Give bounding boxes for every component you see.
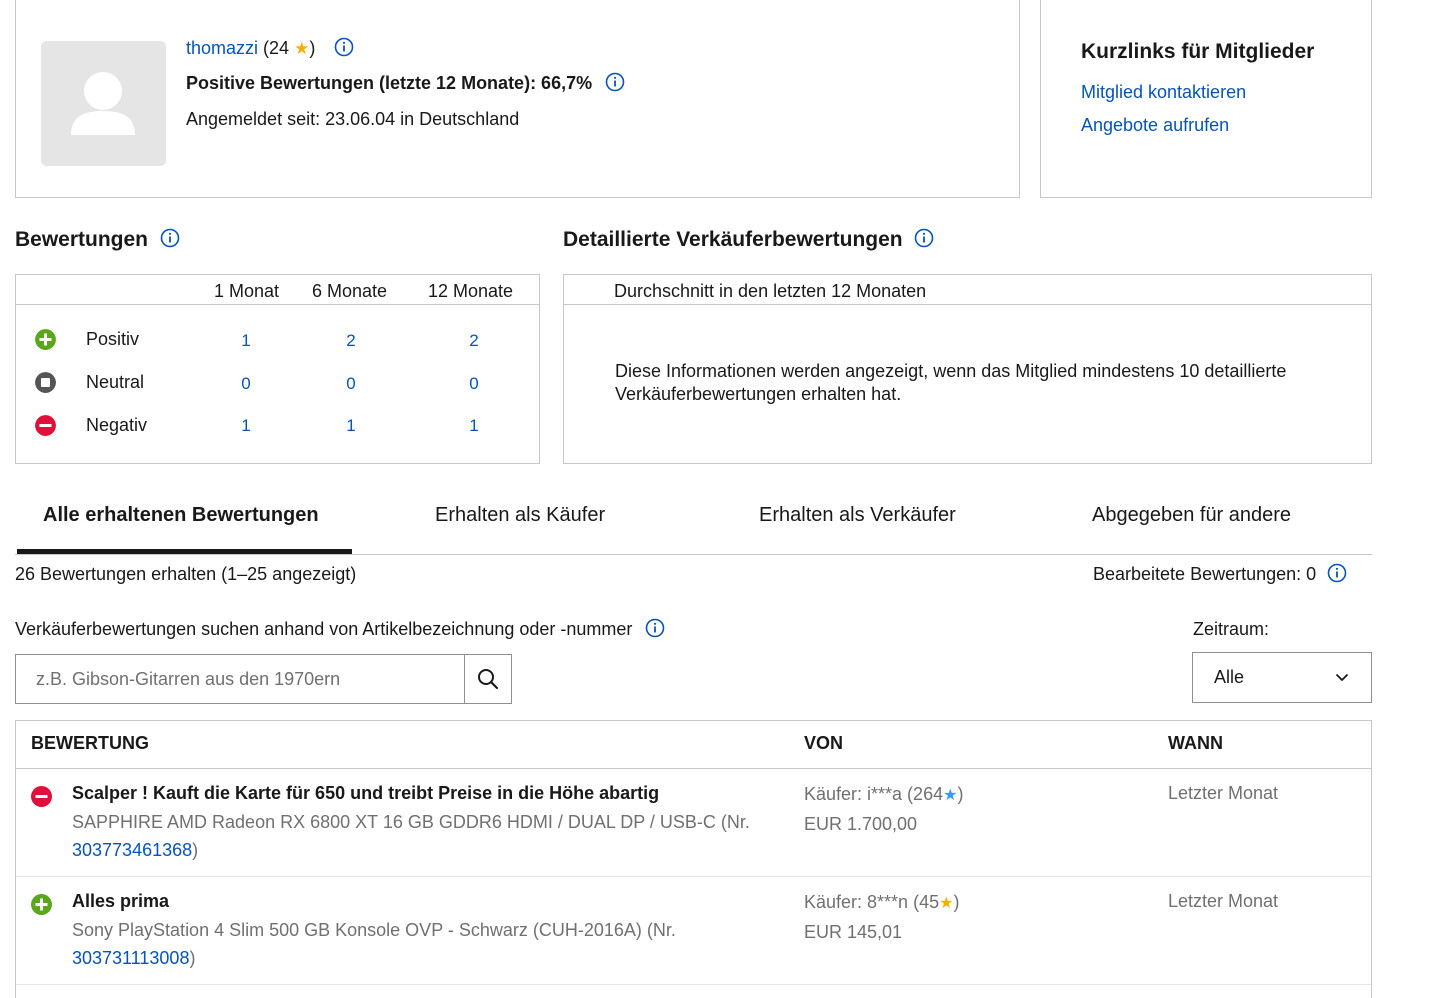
info-icon[interactable] xyxy=(914,228,934,248)
neutral-6-months[interactable]: 0 xyxy=(331,374,371,394)
search-button[interactable] xyxy=(464,654,512,704)
divider xyxy=(16,768,1371,769)
feedback-when: Letzter Monat xyxy=(1168,783,1279,803)
buyer-close: ) xyxy=(953,892,960,912)
item-close: ) xyxy=(192,840,199,860)
feedback-score: (24 xyxy=(263,38,290,58)
positive-rating-text: Positive Bewertungen (letzte 12 Monate):… xyxy=(186,73,593,93)
positive-6-months[interactable]: 2 xyxy=(331,331,371,351)
ratings-heading-text: Bewertungen xyxy=(15,228,149,251)
negative-icon xyxy=(31,786,52,807)
period-select[interactable]: Alle xyxy=(1192,652,1372,703)
negative-icon xyxy=(35,415,56,436)
positive-rating-row: Positive Bewertungen (letzte 12 Monate):… xyxy=(186,72,625,94)
negative-1-month[interactable]: 1 xyxy=(226,416,266,436)
star-icon: ★ xyxy=(294,39,310,58)
info-icon[interactable] xyxy=(334,37,354,57)
search-label: Verkäuferbewertungen suchen anhand von A… xyxy=(15,618,665,640)
quicklinks-title: Kurzlinks für Mitglieder xyxy=(1081,40,1315,63)
info-icon[interactable] xyxy=(160,228,180,248)
tab-divider xyxy=(15,554,1372,555)
negative-label: Negativ xyxy=(86,415,148,435)
feedback-comment: Scalper ! Kauft die Karte für 650 und tr… xyxy=(72,783,660,803)
info-icon[interactable] xyxy=(645,618,665,638)
contact-member-link[interactable]: Mitglied kontaktieren xyxy=(1081,82,1246,103)
feedback-count: 26 Bewertungen erhalten (1–25 angezeigt) xyxy=(15,564,357,584)
divider xyxy=(564,304,1371,305)
feedback-from: Käufer: 8***n (45★) EUR 145,01 xyxy=(804,888,959,946)
score-close: ) xyxy=(309,38,316,58)
star-icon: ★ xyxy=(943,787,958,804)
item-number-link[interactable]: 303773461368 xyxy=(72,840,192,860)
period-selected-value: Alle xyxy=(1214,667,1245,687)
buyer-close: ) xyxy=(957,784,964,804)
chevron-down-icon xyxy=(1335,673,1349,682)
item-title: SAPPHIRE AMD Radeon RX 6800 XT 16 GB GDD… xyxy=(72,812,750,832)
period-label: Zeitraum: xyxy=(1193,619,1270,639)
tab-received-as-buyer[interactable]: Erhalten als Käufer xyxy=(435,504,605,527)
neutral-icon xyxy=(35,372,56,393)
header-from: VON xyxy=(804,733,844,753)
row-divider xyxy=(16,876,1371,877)
positive-label: Positiv xyxy=(86,329,140,349)
edited-feedback-row: Bearbeitete Bewertungen: 0 xyxy=(1093,563,1347,585)
feedback-from: Käufer: i***a (264★) EUR 1.700,00 xyxy=(804,780,963,838)
detailed-heading-text: Detaillierte Verkäuferbewertungen xyxy=(563,228,903,251)
edited-feedback-text: Bearbeitete Bewertungen: 0 xyxy=(1093,564,1317,584)
buyer-info: Käufer: 8***n (45 xyxy=(804,892,940,912)
positive-icon xyxy=(31,894,52,915)
search-label-text: Verkäuferbewertungen suchen anhand von A… xyxy=(15,619,633,639)
tab-received-as-seller[interactable]: Erhalten als Verkäufer xyxy=(759,504,956,527)
column-1-month: 1 Monat xyxy=(214,281,280,301)
neutral-1-month[interactable]: 0 xyxy=(226,374,266,394)
negative-12-months[interactable]: 1 xyxy=(454,416,494,436)
feedback-when: Letzter Monat xyxy=(1168,891,1279,911)
star-icon: ★ xyxy=(939,895,954,912)
item-title: Sony PlayStation 4 Slim 500 GB Konsole O… xyxy=(72,920,676,940)
view-offers-link[interactable]: Angebote aufrufen xyxy=(1081,115,1229,136)
column-6-months: 6 Monate xyxy=(312,281,388,301)
search-icon xyxy=(478,669,499,690)
detailed-ratings-heading: Detaillierte Verkäuferbewertungen xyxy=(563,228,934,252)
neutral-12-months[interactable]: 0 xyxy=(454,374,494,394)
member-since: Angemeldet seit: 23.06.04 in Deutschland xyxy=(186,109,520,129)
avatar xyxy=(41,41,166,166)
header-feedback: BEWERTUNG xyxy=(31,733,149,753)
item-close: ) xyxy=(189,948,196,968)
column-12-months: 12 Monate xyxy=(428,281,514,301)
tab-all-received[interactable]: Alle erhaltenen Bewertungen xyxy=(43,504,319,527)
detailed-message: Diese Informationen werden angezeigt, we… xyxy=(615,361,1287,404)
positive-1-month[interactable]: 1 xyxy=(226,331,266,351)
positive-icon xyxy=(35,329,56,350)
feedback-item: SAPPHIRE AMD Radeon RX 6800 XT 16 GB GDD… xyxy=(72,808,792,864)
negative-6-months[interactable]: 1 xyxy=(331,416,371,436)
buyer-info: Käufer: i***a (264 xyxy=(804,784,944,804)
tab-given-to-others[interactable]: Abgegeben für andere xyxy=(1092,504,1291,527)
price: EUR 1.700,00 xyxy=(804,814,918,834)
row-divider xyxy=(16,984,1371,985)
header-when: WANN xyxy=(1168,733,1223,753)
info-icon[interactable] xyxy=(1327,563,1347,583)
feedback-comment: Alles prima xyxy=(72,891,170,911)
user-silhouette-icon xyxy=(71,72,135,135)
feedback-item: Sony PlayStation 4 Slim 500 GB Konsole O… xyxy=(72,916,792,972)
username-link[interactable]: thomazzi xyxy=(186,38,258,58)
item-number-link[interactable]: 303731113008 xyxy=(72,948,189,968)
ratings-heading: Bewertungen xyxy=(15,228,180,252)
active-tab-indicator xyxy=(17,549,352,554)
neutral-label: Neutral xyxy=(86,372,145,392)
username-row: thomazzi (24 ★) xyxy=(186,37,354,59)
divider xyxy=(16,304,539,305)
search-input[interactable] xyxy=(15,654,465,704)
detailed-subheading: Durchschnitt in den letzten 12 Monaten xyxy=(614,281,927,301)
price: EUR 145,01 xyxy=(804,922,903,942)
positive-12-months[interactable]: 2 xyxy=(454,331,494,351)
info-icon[interactable] xyxy=(605,72,625,92)
